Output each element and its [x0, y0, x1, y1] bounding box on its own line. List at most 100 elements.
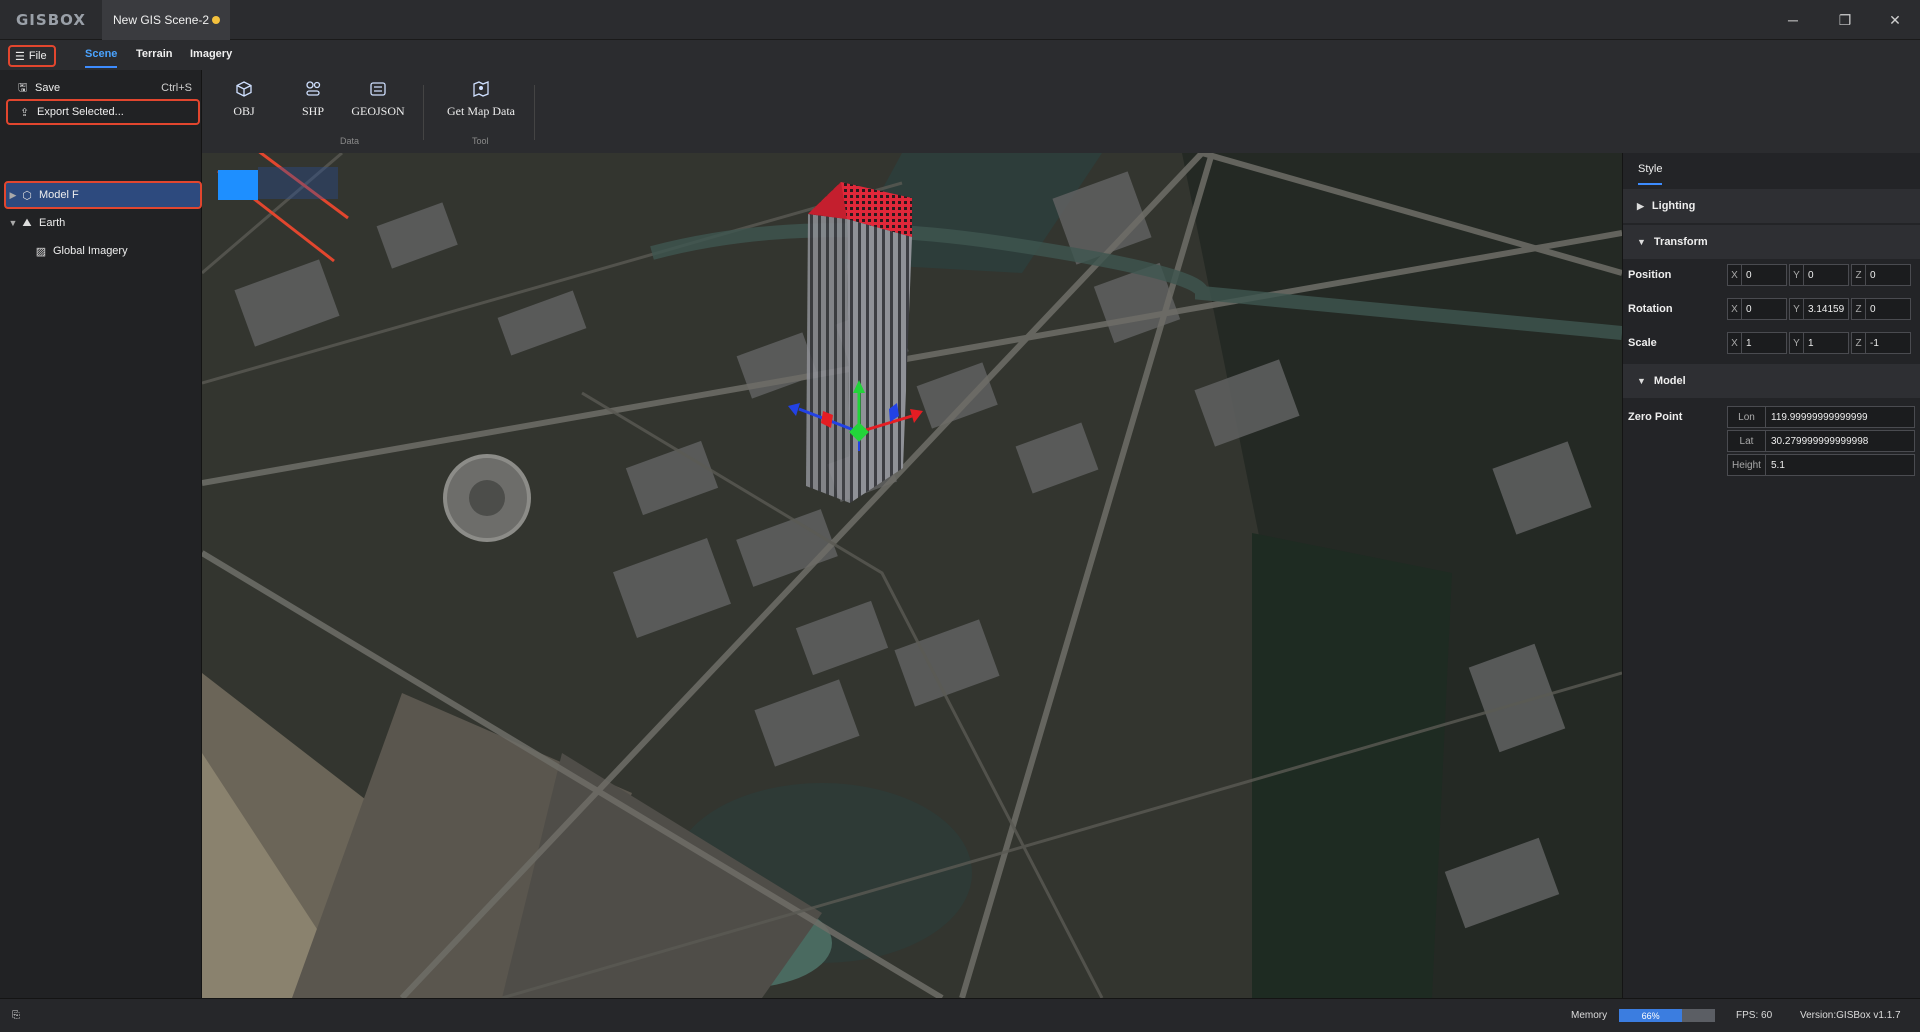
scale-x-field[interactable]: X1	[1727, 332, 1787, 354]
ribbon-divider	[534, 85, 535, 140]
longitude-label: Lon	[1728, 407, 1766, 427]
document-tab-title: New GIS Scene-2	[113, 13, 210, 27]
axis-z-label: Z	[1852, 299, 1866, 319]
export-icon: ⇪	[20, 106, 30, 119]
geojson-button[interactable]: GEOJSON	[348, 80, 408, 119]
expand-caret-icon[interactable]: ▶	[6, 190, 20, 201]
menu-item-export-label: Export Selected...	[37, 106, 124, 118]
axis-x-label: X	[1728, 265, 1742, 285]
rotation-z-field[interactable]: Z0	[1851, 298, 1911, 320]
rotation-y-field[interactable]: Y 3.14159	[1789, 298, 1849, 320]
menu-item-save-label: Save	[35, 82, 61, 94]
axis-z-label: Z	[1852, 333, 1866, 353]
scale-y-value[interactable]: 1	[1804, 338, 1814, 349]
longitude-value[interactable]: 119.99999999999999	[1766, 412, 1868, 423]
scale-z-value[interactable]: -1	[1866, 338, 1879, 349]
close-button[interactable]: ✕	[1872, 0, 1918, 40]
menu-item-save[interactable]: 🖫 Save Ctrl+S	[6, 77, 200, 99]
position-y-value[interactable]: 0	[1804, 270, 1814, 281]
hamburger-icon: ☰	[15, 50, 25, 63]
scale-row: Scale X1 Y1 Z -1	[1623, 330, 1920, 356]
collapse-caret-icon: ▼	[1637, 376, 1646, 386]
position-z-value[interactable]: 0	[1866, 270, 1876, 281]
scale-y-field[interactable]: Y1	[1789, 332, 1849, 354]
minimize-button[interactable]: ─	[1770, 0, 1816, 40]
save-shortcut: Ctrl+S	[161, 82, 192, 94]
rotation-z-value[interactable]: 0	[1866, 304, 1876, 315]
longitude-field[interactable]: Lon 119.99999999999999	[1727, 406, 1915, 428]
group-label-data: Data	[340, 136, 360, 146]
left-panel: 🖫 Save Ctrl+S ⇪ Export Selected... ▶ ⬡ M…	[0, 70, 202, 998]
tree-item-global-imagery[interactable]: ▨ Global Imagery	[34, 239, 128, 263]
menu-bar: ☰ File Scene Terrain Imagery	[0, 40, 1920, 70]
position-x-field[interactable]: X0	[1727, 264, 1787, 286]
get-map-data-label: Get Map Data	[447, 104, 515, 118]
scale-label: Scale	[1628, 337, 1657, 349]
geojson-label: GEOJSON	[351, 104, 405, 118]
get-map-data-button[interactable]: Get Map Data	[445, 80, 517, 119]
tab-scene[interactable]: Scene	[85, 48, 118, 68]
fps-readout: FPS: 60	[1736, 1010, 1773, 1021]
memory-label: Memory	[1571, 1010, 1608, 1021]
section-model[interactable]: ▼ Model	[1623, 364, 1920, 398]
rotation-row: Rotation X0 Y 3.14159 Z0	[1623, 296, 1920, 322]
save-icon: 🖫	[18, 81, 28, 94]
tree-item-label: Global Imagery	[53, 245, 128, 257]
ribbon-toolbar: OBJ SHP GEOJSON Get Map Data Data Tool	[202, 70, 1920, 153]
map-pin-icon	[473, 81, 489, 97]
tree-item-earth[interactable]: ▼ ⛰ Earth	[6, 211, 66, 235]
console-icon[interactable]: ⎘	[12, 1010, 20, 1021]
file-menu-label: File	[28, 50, 47, 62]
section-transform-label: Transform	[1653, 236, 1708, 248]
axis-x-label: X	[1728, 299, 1742, 319]
collapse-caret-icon: ▼	[1637, 237, 1646, 247]
axis-y-label: Y	[1790, 299, 1804, 319]
rotation-x-field[interactable]: X0	[1727, 298, 1787, 320]
status-bar: ⎘ Memory 66% FPS: 60 Version:GISBox v1.1…	[0, 998, 1920, 1032]
tab-style[interactable]: Style	[1638, 163, 1663, 185]
menu-item-export-selected[interactable]: ⇪ Export Selected...	[6, 99, 200, 125]
file-menu-button[interactable]: ☰ File	[8, 45, 56, 67]
title-bar: GISBOX New GIS Scene-2 ─ ❐ ✕	[0, 0, 1920, 40]
position-z-field[interactable]: Z0	[1851, 264, 1911, 286]
tree-item-model-f[interactable]: ▶ ⬡ Model F	[4, 181, 202, 209]
section-lighting[interactable]: ▶ Lighting	[1623, 189, 1920, 223]
latitude-value[interactable]: 30.279999999999998	[1766, 436, 1868, 447]
scale-z-field[interactable]: Z -1	[1851, 332, 1911, 354]
latitude-field[interactable]: Lat 30.279999999999998	[1727, 430, 1915, 452]
properties-panel: Style ▶ Lighting ▼ Transform Position X0…	[1622, 153, 1920, 998]
shp-button[interactable]: SHP	[293, 80, 333, 119]
tree-item-label: Model F	[39, 189, 79, 201]
height-label: Height	[1728, 455, 1766, 475]
tab-imagery[interactable]: Imagery	[190, 48, 232, 60]
aerial-imagery	[202, 153, 1622, 998]
height-value[interactable]: 5.1	[1766, 460, 1785, 471]
map-viewport[interactable]	[202, 153, 1622, 998]
obj-button[interactable]: OBJ	[224, 80, 264, 119]
restore-button[interactable]: ❐	[1822, 0, 1868, 40]
height-field[interactable]: Height 5.1	[1727, 454, 1915, 476]
tab-terrain[interactable]: Terrain	[136, 48, 172, 60]
document-tab[interactable]: New GIS Scene-2	[102, 0, 230, 40]
position-y-field[interactable]: Y0	[1789, 264, 1849, 286]
version-label: Version:GISBox v1.1.7	[1800, 1010, 1901, 1021]
cube-icon	[236, 81, 252, 97]
geojson-icon	[370, 82, 386, 96]
axis-y-label: Y	[1790, 265, 1804, 285]
section-model-label: Model	[1653, 375, 1686, 387]
rotation-y-value[interactable]: 3.14159	[1804, 304, 1844, 315]
obj-label: OBJ	[233, 104, 255, 118]
viewport-overlay-indicator[interactable]	[218, 170, 258, 200]
axis-y-label: Y	[1790, 333, 1804, 353]
earth-icon: ⛰	[22, 216, 32, 229]
axis-z-label: Z	[1852, 265, 1866, 285]
viewport-overlay-panel	[258, 167, 338, 199]
memory-bar: 66%	[1619, 1009, 1715, 1022]
expand-caret-icon: ▶	[1637, 200, 1644, 211]
position-x-value[interactable]: 0	[1742, 270, 1752, 281]
collapse-caret-icon[interactable]: ▼	[6, 218, 20, 228]
cube-icon: ⬡	[22, 189, 32, 202]
section-transform[interactable]: ▼ Transform	[1623, 225, 1920, 259]
scale-x-value[interactable]: 1	[1742, 338, 1752, 349]
rotation-x-value[interactable]: 0	[1742, 304, 1752, 315]
